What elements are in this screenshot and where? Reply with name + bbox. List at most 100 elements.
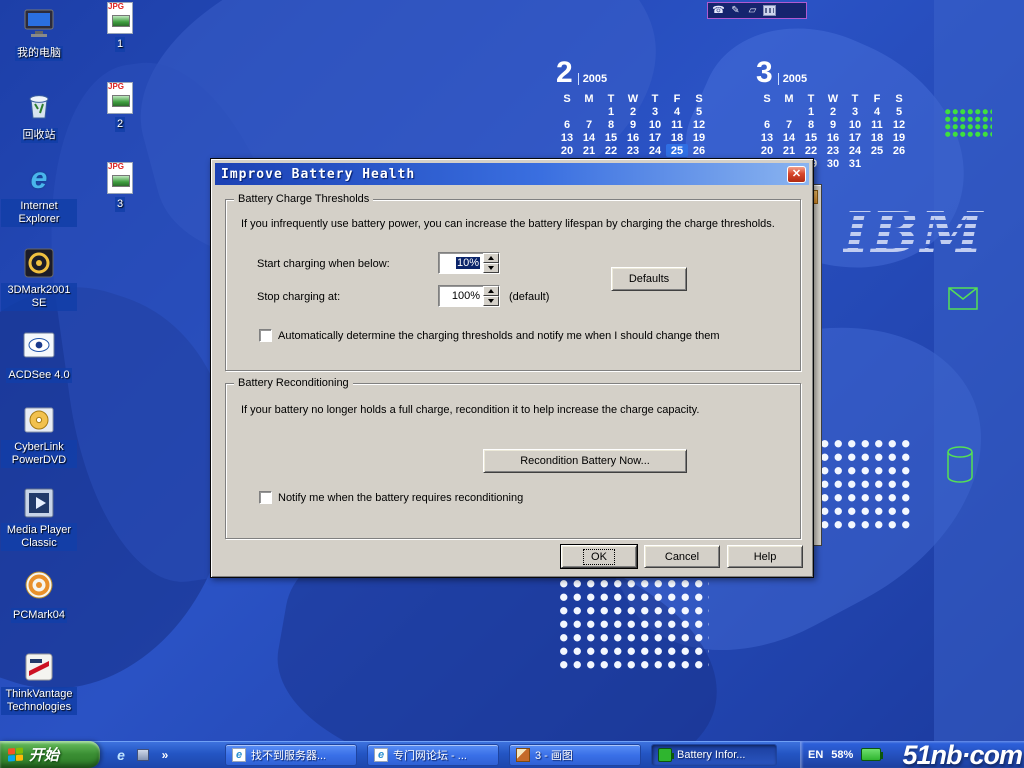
task-button-forum[interactable]: e 专门网论坛 - ... [367, 744, 499, 766]
stop-charging-spinner[interactable]: 100% [438, 285, 500, 307]
desktop-icon-media-player-classic[interactable]: Media Player Classic [1, 486, 77, 551]
icon-label: 回收站 [21, 128, 58, 143]
auto-determine-checkbox[interactable] [259, 329, 272, 342]
notify-recondition-checkline: Notify me when the battery requires reco… [259, 491, 523, 504]
halftone-dots-decoration [818, 437, 913, 533]
spin-down-button[interactable] [483, 296, 499, 306]
desktop-file-jpg-2[interactable]: JPG 2 [82, 82, 158, 132]
keyboard-dots-decoration [944, 108, 992, 139]
spin-up-button[interactable] [483, 253, 499, 263]
jpg-file-icon: JPG [107, 162, 133, 194]
ime-tools-icon[interactable]: ▱ [746, 5, 759, 16]
task-button-paint[interactable]: 3 - 画图 [509, 744, 641, 766]
ie-page-icon: e [374, 748, 388, 762]
desktop-icon-pcmark04[interactable]: PCMark04 [1, 568, 77, 623]
icon-label: 我的电脑 [15, 46, 63, 61]
input-method-toolbar[interactable]: ☎ ✎ ▱ [707, 2, 807, 19]
close-button[interactable]: ✕ [787, 166, 806, 183]
acdsee-icon [22, 328, 56, 362]
dialog-title: Improve Battery Health [221, 167, 787, 182]
file-label: 1 [115, 37, 125, 52]
reconditioning-description: If your battery no longer holds a full c… [241, 404, 699, 416]
calendar-march: 32005SMTWTFS1234567891011121314151617181… [756, 56, 914, 170]
file-label: 2 [115, 117, 125, 132]
pcmark-icon [22, 568, 56, 602]
help-button[interactable]: Help [727, 545, 803, 568]
battery-icon [658, 748, 672, 762]
paint-icon [516, 748, 530, 762]
ok-button[interactable]: OK [561, 545, 637, 568]
icon-label: ThinkVantage Technologies [1, 687, 77, 715]
calendar-month-header: 22005 [556, 56, 714, 88]
jpg-file-icon: JPG [107, 2, 133, 34]
desktop-icon-3dmark2001[interactable]: 3DMark2001 SE [1, 246, 77, 311]
language-indicator[interactable]: EN [808, 749, 823, 761]
spin-up-button[interactable] [483, 286, 499, 296]
thinkvantage-icon [22, 650, 56, 684]
thresholds-description: If you infrequently use battery power, y… [241, 218, 775, 230]
powerdvd-icon [22, 403, 56, 437]
ie-page-icon: e [232, 748, 246, 762]
ime-keyboard-icon[interactable] [763, 5, 776, 16]
desktop-icon-my-computer[interactable]: 我的电脑 [1, 6, 77, 61]
ime-pen-icon[interactable]: ✎ [729, 5, 742, 16]
start-charging-label: Start charging when below: [257, 253, 390, 275]
spin-down-button[interactable] [483, 263, 499, 273]
tray-battery-icon[interactable] [861, 748, 881, 761]
stop-charging-label: Stop charging at: [257, 286, 340, 308]
icon-label: 3DMark2001 SE [1, 283, 77, 311]
cancel-button[interactable]: Cancel [644, 545, 720, 568]
calendar-february: 22005SMTWTFS1234567891011121314151617181… [556, 56, 714, 170]
icon-label: CyberLink PowerDVD [1, 440, 77, 468]
desktop-icon-powerdvd[interactable]: CyberLink PowerDVD [1, 403, 77, 468]
recondition-battery-button[interactable]: Recondition Battery Now... [483, 449, 687, 473]
icon-label: Internet Explorer [1, 199, 77, 227]
task-button-battery-information[interactable]: Battery Infor... [651, 744, 777, 766]
calendar-month-header: 32005 [756, 56, 914, 88]
media-player-classic-icon [22, 486, 56, 520]
group-title: Battery Reconditioning [234, 377, 353, 389]
desktop-file-jpg-1[interactable]: JPG 1 [82, 2, 158, 52]
file-label: 3 [115, 197, 125, 212]
auto-determine-checkline: Automatically determine the charging thr… [259, 329, 719, 342]
internet-explorer-icon: e [22, 162, 56, 196]
default-note: (default) [509, 286, 549, 308]
stop-charging-value[interactable]: 100% [452, 290, 480, 302]
auto-determine-label: Automatically determine the charging thr… [278, 330, 719, 342]
notify-recondition-label: Notify me when the battery requires reco… [278, 492, 523, 504]
group-title: Battery Charge Thresholds [234, 193, 373, 205]
system-tray: EN 58% [800, 741, 1024, 768]
desktop-file-jpg-3[interactable]: JPG 3 [82, 162, 158, 212]
quicklaunch-chevron-icon[interactable]: » [158, 745, 172, 764]
envelope-icon [948, 287, 978, 310]
3dmark-icon [22, 246, 56, 280]
cylinder-icon [946, 446, 974, 484]
start-button[interactable]: 开始 [0, 741, 100, 768]
dialog-titlebar[interactable]: Improve Battery Health ✕ [215, 163, 809, 185]
improve-battery-health-dialog: Improve Battery Health ✕ Battery Charge … [210, 158, 814, 578]
quicklaunch-media-icon[interactable] [134, 745, 152, 764]
notify-recondition-checkbox[interactable] [259, 491, 272, 504]
defaults-button[interactable]: Defaults [611, 267, 687, 291]
task-button-server-not-found[interactable]: e 找不到服务器... [225, 744, 357, 766]
my-computer-icon [22, 6, 56, 40]
quicklaunch-ie-icon[interactable]: e [112, 745, 130, 764]
start-label: 开始 [29, 744, 59, 765]
start-charging-spinner[interactable]: 10% [438, 252, 500, 274]
ime-phone-icon[interactable]: ☎ [712, 5, 725, 16]
icon-label: ACDSee 4.0 [6, 368, 71, 383]
taskbar: 开始 e » e 找不到服务器... e 专门网论坛 - ... 3 - 画图 … [0, 741, 1024, 768]
jpg-file-icon: JPG [107, 82, 133, 114]
start-charging-value[interactable]: 10% [456, 257, 480, 269]
desktop-icon-thinkvantage[interactable]: ThinkVantage Technologies [1, 650, 77, 715]
battery-percent: 58% [831, 749, 853, 761]
recycle-bin-icon [22, 88, 56, 122]
windows-flag-icon [8, 747, 24, 762]
desktop-icon-recycle-bin[interactable]: 回收站 [1, 88, 77, 143]
icon-label: Media Player Classic [1, 523, 77, 551]
icon-label: PCMark04 [11, 608, 67, 623]
halftone-dots-decoration [557, 577, 709, 670]
ibm-logo: IBM [843, 200, 985, 266]
desktop-icon-internet-explorer[interactable]: e Internet Explorer [1, 162, 77, 227]
desktop-icon-acdsee[interactable]: ACDSee 4.0 [1, 328, 77, 383]
